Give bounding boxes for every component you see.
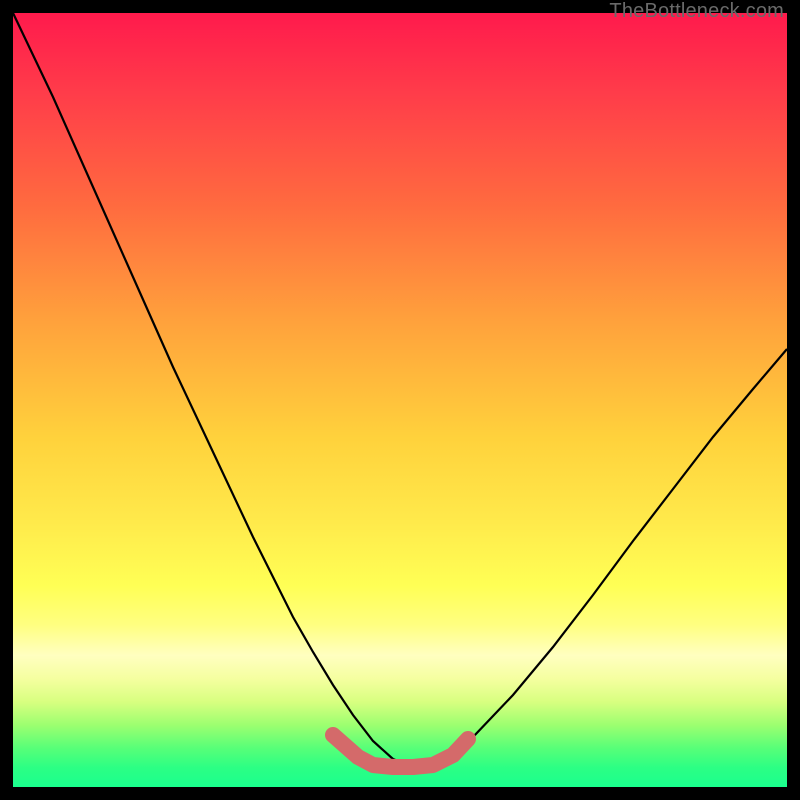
curve-layer — [13, 13, 787, 787]
left-curve — [13, 13, 433, 767]
valley-highlight — [333, 735, 468, 767]
right-curve — [413, 349, 787, 767]
outer-frame: TheBottleneck.com — [0, 0, 800, 800]
watermark-text: TheBottleneck.com — [609, 0, 784, 23]
